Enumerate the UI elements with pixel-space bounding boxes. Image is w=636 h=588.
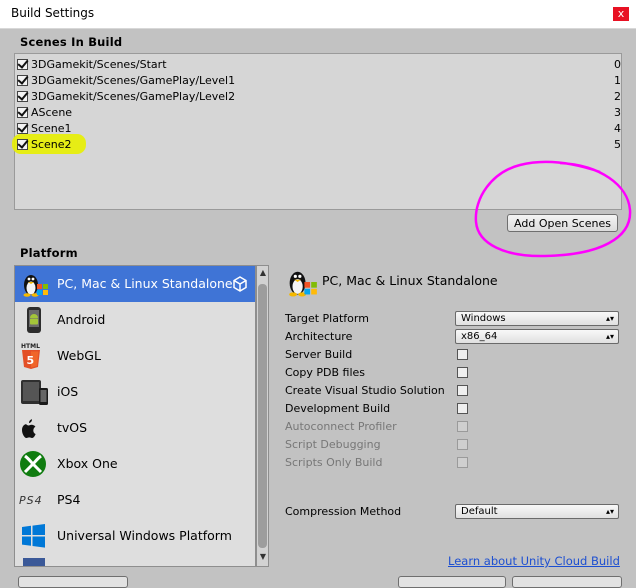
compression-method-label: Compression Method (285, 505, 402, 518)
architecture-value: x86_64 (461, 331, 498, 342)
platform-item-android[interactable]: Android (15, 302, 255, 338)
platform-scrollbar[interactable]: ▲ ▼ (256, 265, 269, 567)
platform-label: WebGL (57, 348, 101, 363)
platform-item-more[interactable] (15, 554, 255, 566)
platform-label: Android (57, 312, 106, 327)
scene-row[interactable]: 3DGamekit/Scenes/GamePlay/Level2 2 (15, 89, 621, 105)
scene-index: 3 (614, 106, 621, 119)
scene-index: 4 (614, 122, 621, 135)
copy-pdb-label: Copy PDB files (285, 366, 366, 379)
scene-name: Scene2 (31, 138, 72, 151)
html5-icon: HTML 5 (19, 342, 49, 370)
platform-label: Xbox One (57, 456, 118, 471)
linux-penguin-icon (284, 266, 318, 301)
scene-index: 0 (614, 58, 621, 71)
selected-platform-title: PC, Mac & Linux Standalone (322, 273, 498, 288)
scene-row[interactable]: 3DGamekit/Scenes/Start 0 (15, 57, 621, 73)
platform-label: Universal Windows Platform (57, 528, 232, 543)
svg-text:HTML: HTML (21, 343, 40, 350)
scene-name: 3DGamekit/Scenes/GamePlay/Level2 (31, 90, 236, 103)
scene-row[interactable]: Scene1 4 (15, 121, 621, 137)
platform-more-icon (19, 558, 49, 566)
scene-index: 5 (614, 138, 621, 151)
linux-penguin-icon (19, 270, 49, 298)
scripts-only-build-label: Scripts Only Build (285, 456, 383, 469)
platform-item-ios[interactable]: iOS (15, 374, 255, 410)
apple-tv-icon (19, 414, 49, 442)
build-button[interactable] (398, 576, 506, 588)
window-title: Build Settings (11, 6, 95, 20)
compression-method-value: Default (461, 506, 498, 517)
platform-list[interactable]: PC, Mac & Linux Standalone Android HTML (14, 265, 256, 567)
windows-icon (19, 522, 49, 550)
development-build-checkbox[interactable] (457, 403, 468, 414)
scene-name: 3DGamekit/Scenes/Start (31, 58, 167, 71)
scenes-in-build-header: Scenes In Build (20, 35, 123, 49)
platform-item-tvos[interactable]: tvOS (15, 410, 255, 446)
xbox-icon (19, 450, 49, 478)
platform-label: iOS (57, 384, 79, 399)
development-build-label: Development Build (285, 402, 391, 415)
scene-row[interactable]: Scene2 5 (12, 134, 621, 154)
target-platform-label: Target Platform (285, 312, 369, 325)
scene-row[interactable]: AScene 3 (15, 105, 621, 121)
platform-label: tvOS (57, 420, 88, 435)
architecture-dropdown[interactable]: x86_64 ▴▾ (455, 329, 619, 344)
add-open-scenes-button[interactable]: Add Open Scenes (507, 214, 618, 232)
architecture-label: Architecture (285, 330, 353, 343)
target-platform-value: Windows (461, 313, 506, 324)
autoconnect-profiler-label: Autoconnect Profiler (285, 420, 397, 433)
platform-label: PS4 (57, 492, 81, 507)
scene-checkbox[interactable] (17, 91, 28, 102)
scene-checkbox[interactable] (17, 59, 28, 70)
scrollbar-thumb[interactable] (258, 284, 267, 548)
platform-item-webgl[interactable]: HTML 5 WebGL (15, 338, 255, 374)
build-and-run-button[interactable] (512, 576, 622, 588)
compression-method-dropdown[interactable]: Default ▴▾ (455, 504, 619, 519)
dropdown-arrows-icon: ▴▾ (605, 314, 614, 323)
svg-text:5: 5 (27, 354, 35, 367)
platform-item-ps4[interactable]: PS4 PS4 (15, 482, 255, 518)
scene-name: AScene (31, 106, 73, 119)
svg-text:PS4: PS4 (19, 494, 43, 507)
server-build-label: Server Build (285, 348, 353, 361)
scene-name: 3DGamekit/Scenes/GamePlay/Level1 (31, 74, 236, 87)
platform-item-xbox-one[interactable]: Xbox One (15, 446, 255, 482)
platform-label: PC, Mac & Linux Standalone (57, 276, 233, 291)
unity-logo-icon (233, 276, 247, 292)
scene-checkbox[interactable] (17, 107, 28, 118)
title-bar: Build Settings x (0, 0, 636, 29)
platform-item-standalone[interactable]: PC, Mac & Linux Standalone (15, 266, 255, 302)
close-button[interactable]: x (613, 7, 629, 21)
scenes-list[interactable]: 3DGamekit/Scenes/Start 0 3DGamekit/Scene… (12, 53, 622, 210)
scripts-only-build-checkbox (457, 457, 468, 468)
dropdown-arrows-icon: ▴▾ (605, 332, 614, 341)
scene-checkbox[interactable] (17, 123, 28, 134)
script-debugging-checkbox (457, 439, 468, 450)
scene-checkbox[interactable] (17, 139, 28, 150)
target-platform-dropdown[interactable]: Windows ▴▾ (455, 311, 619, 326)
script-debugging-label: Script Debugging (285, 438, 381, 451)
scene-checkbox[interactable] (17, 75, 28, 86)
android-icon (19, 306, 49, 334)
scene-index: 2 (614, 90, 621, 103)
unity-cloud-build-link[interactable]: Learn about Unity Cloud Build (448, 554, 620, 568)
create-vs-solution-label: Create Visual Studio Solution (285, 384, 445, 397)
dropdown-arrows-icon: ▴▾ (605, 507, 614, 516)
create-vs-solution-checkbox[interactable] (457, 385, 468, 396)
scene-row[interactable]: 3DGamekit/Scenes/GamePlay/Level1 1 (15, 73, 621, 89)
scene-index: 1 (614, 74, 621, 87)
platform-item-uwp[interactable]: Universal Windows Platform (15, 518, 255, 554)
platform-header: Platform (20, 246, 78, 260)
server-build-checkbox[interactable] (457, 349, 468, 360)
ios-device-icon (19, 378, 49, 406)
player-settings-button[interactable] (18, 576, 128, 588)
scroll-down-arrow-icon[interactable]: ▼ (258, 552, 268, 562)
scroll-up-arrow-icon[interactable]: ▲ (258, 268, 268, 278)
ps4-icon: PS4 (19, 486, 49, 514)
copy-pdb-checkbox[interactable] (457, 367, 468, 378)
autoconnect-profiler-checkbox (457, 421, 468, 432)
